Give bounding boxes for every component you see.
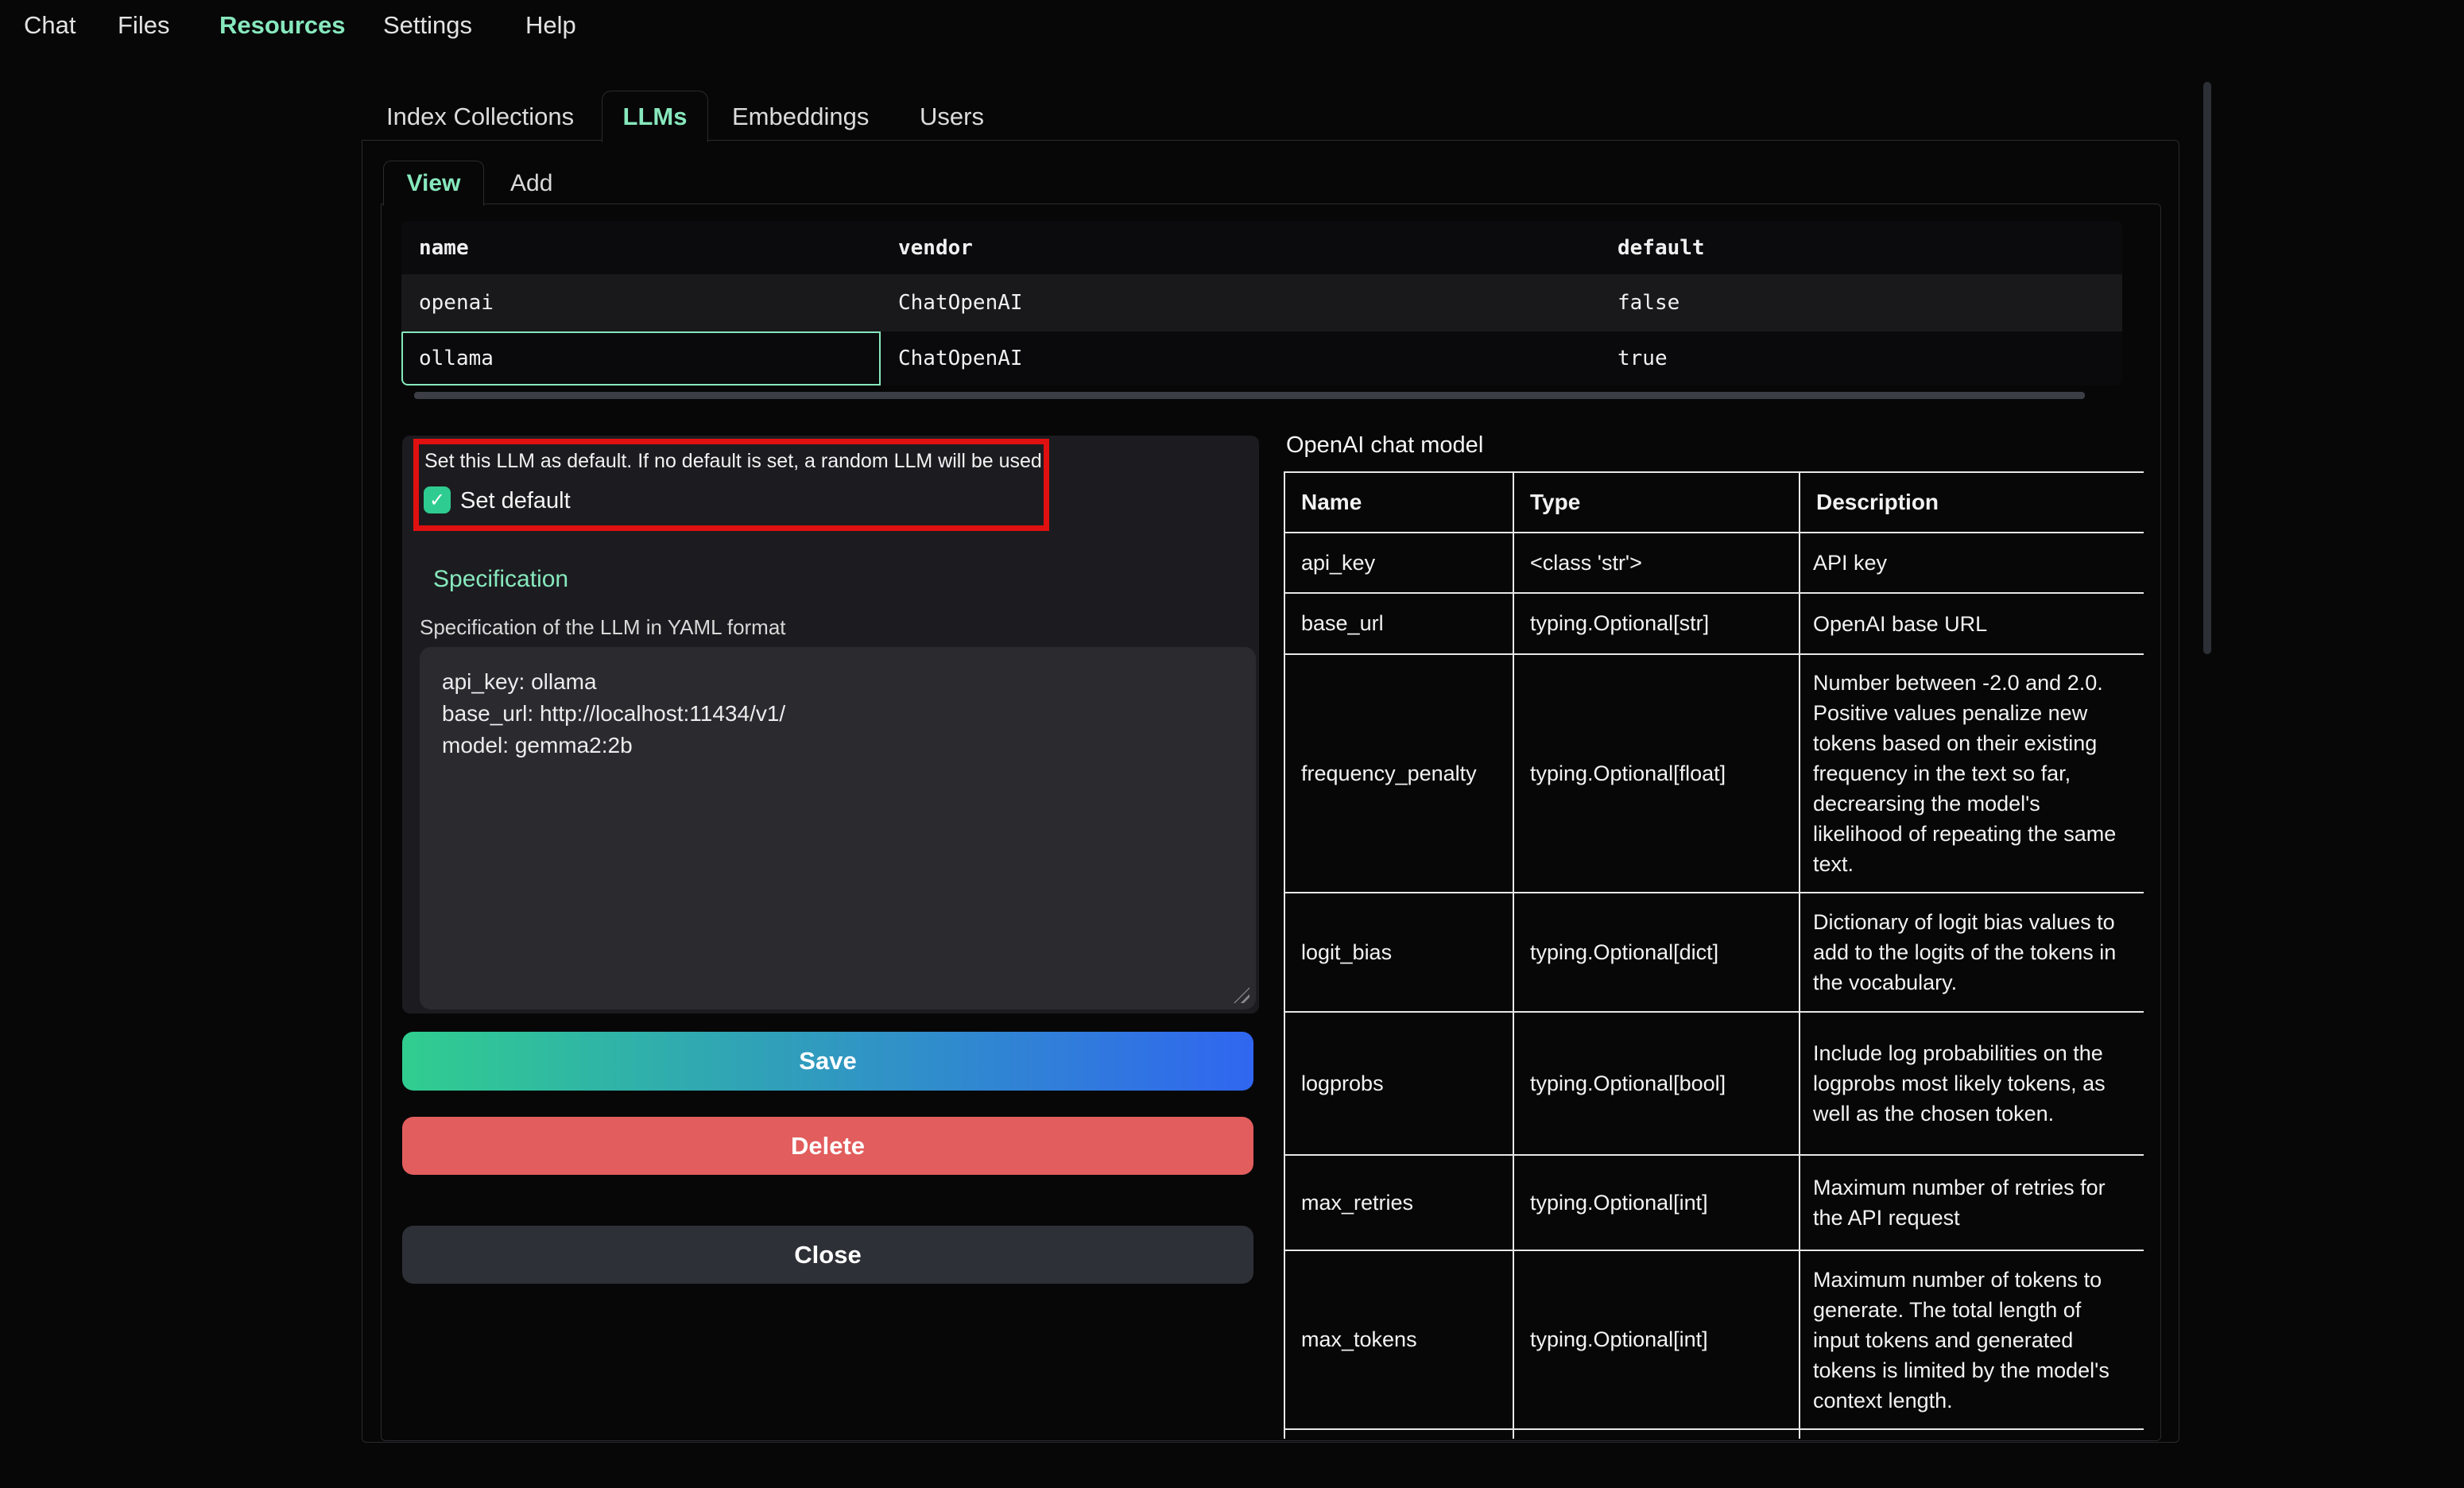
schema-panel-title: OpenAI chat model <box>1286 432 1483 459</box>
table-row: max_tokens typing.Optional[int] Maximum … <box>1284 1250 2144 1429</box>
table-row-ollama[interactable]: ollama ChatOpenAI true <box>401 331 2122 386</box>
param-type: typing.Optional[float] <box>1513 654 1800 893</box>
param-description: Include log probabilities on the logprob… <box>1800 1012 2144 1155</box>
table-row: logprobs typing.Optional[bool] Include l… <box>1284 1012 2144 1155</box>
param-type: typing.Optional[bool] <box>1513 1012 1800 1155</box>
param-type: <class 'str'> <box>1513 533 1800 593</box>
table-row: max_retries typing.Optional[int] Maximum… <box>1284 1155 2144 1250</box>
cell-default: false <box>1600 291 2122 315</box>
schema-header-name: Name <box>1284 472 1513 533</box>
cell-default: true <box>1600 347 2122 370</box>
param-type: typing.Optional[str] <box>1513 593 1800 654</box>
specification-heading: Specification <box>433 566 568 593</box>
table-row: frequency_penalty typing.Optional[float]… <box>1284 654 2144 893</box>
cell-name[interactable]: ollama <box>401 347 881 370</box>
tab-embeddings[interactable]: Embeddings <box>732 103 869 131</box>
param-name: logit_bias <box>1284 893 1513 1012</box>
table-row-partial <box>1284 1429 2144 1439</box>
param-name: max_tokens <box>1284 1250 1513 1429</box>
table-row: base_url typing.Optional[str] OpenAI bas… <box>1284 593 2144 654</box>
cell-vendor: ChatOpenAI <box>881 291 1600 315</box>
param-name: frequency_penalty <box>1284 654 1513 893</box>
param-description: Maximum number of retries for the API re… <box>1800 1155 2144 1250</box>
schema-header-row: Name Type Description <box>1284 472 2144 533</box>
set-default-checkbox[interactable]: ✓ <box>424 486 451 513</box>
param-name: api_key <box>1284 533 1513 593</box>
set-default-note: Set this LLM as default. If no default i… <box>424 450 1036 473</box>
table-row: logit_bias typing.Optional[dict] Diction… <box>1284 893 2144 1012</box>
delete-button[interactable]: Delete <box>402 1117 1253 1175</box>
schema-header-description: Description <box>1800 472 2144 533</box>
subtab-view-label: View <box>407 170 461 197</box>
param-description: Number between -2.0 and 2.0. Positive va… <box>1800 654 2144 893</box>
schema-table: Name Type Description api_key <class 'st… <box>1284 471 2144 1439</box>
param-description: Maximum number of tokens to generate. Th… <box>1800 1250 2144 1429</box>
check-icon: ✓ <box>429 489 445 512</box>
param-type: typing.Optional[int] <box>1513 1155 1800 1250</box>
specification-caption: Specification of the LLM in YAML format <box>420 615 786 640</box>
param-name: base_url <box>1284 593 1513 654</box>
param-description: API key <box>1800 533 2144 593</box>
column-header-name[interactable]: name <box>401 236 881 260</box>
tab-index-collections[interactable]: Index Collections <box>386 103 574 131</box>
subtab-add[interactable]: Add <box>510 170 552 197</box>
param-description: OpenAI base URL <box>1800 593 2144 654</box>
nav-item-resources[interactable]: Resources <box>219 11 346 40</box>
llm-table: name vendor default openai ChatOpenAI fa… <box>401 221 2122 386</box>
column-header-vendor[interactable]: vendor <box>881 236 1600 260</box>
tab-llms-label: LLMs <box>623 103 688 131</box>
column-header-default[interactable]: default <box>1600 236 2122 260</box>
param-type: typing.Optional[int] <box>1513 1250 1800 1429</box>
tab-llms[interactable]: LLMs <box>602 91 708 142</box>
app-window: Chat Files Resources Settings Help Index… <box>0 0 2464 1488</box>
param-description: Dictionary of logit bias values to add t… <box>1800 893 2144 1012</box>
schema-header-type: Type <box>1513 472 1800 533</box>
nav-item-files[interactable]: Files <box>118 11 169 40</box>
table-row: api_key <class 'str'> API key <box>1284 533 2144 593</box>
cell-name[interactable]: openai <box>401 291 881 315</box>
nav-item-settings[interactable]: Settings <box>383 11 472 40</box>
param-name: max_retries <box>1284 1155 1513 1250</box>
table-row-openai[interactable]: openai ChatOpenAI false <box>401 274 2122 331</box>
llm-table-header: name vendor default <box>401 221 2122 274</box>
cell-vendor: ChatOpenAI <box>881 347 1600 370</box>
tab-users[interactable]: Users <box>920 103 984 131</box>
param-type: typing.Optional[dict] <box>1513 893 1800 1012</box>
nav-item-chat[interactable]: Chat <box>24 11 76 40</box>
close-button[interactable]: Close <box>402 1226 1253 1284</box>
schema-table-container: Name Type Description api_key <class 'st… <box>1284 471 2144 1439</box>
param-name: logprobs <box>1284 1012 1513 1155</box>
set-default-label[interactable]: Set default <box>460 487 571 514</box>
yaml-spec-textarea[interactable]: api_key: ollama base_url: http://localho… <box>420 647 1256 1009</box>
subtab-view[interactable]: View <box>383 161 484 206</box>
save-button[interactable]: Save <box>402 1032 1253 1091</box>
nav-item-help[interactable]: Help <box>525 11 576 40</box>
vertical-scrollbar-thumb[interactable] <box>2203 82 2211 654</box>
horizontal-scrollbar-thumb[interactable] <box>414 392 2085 399</box>
